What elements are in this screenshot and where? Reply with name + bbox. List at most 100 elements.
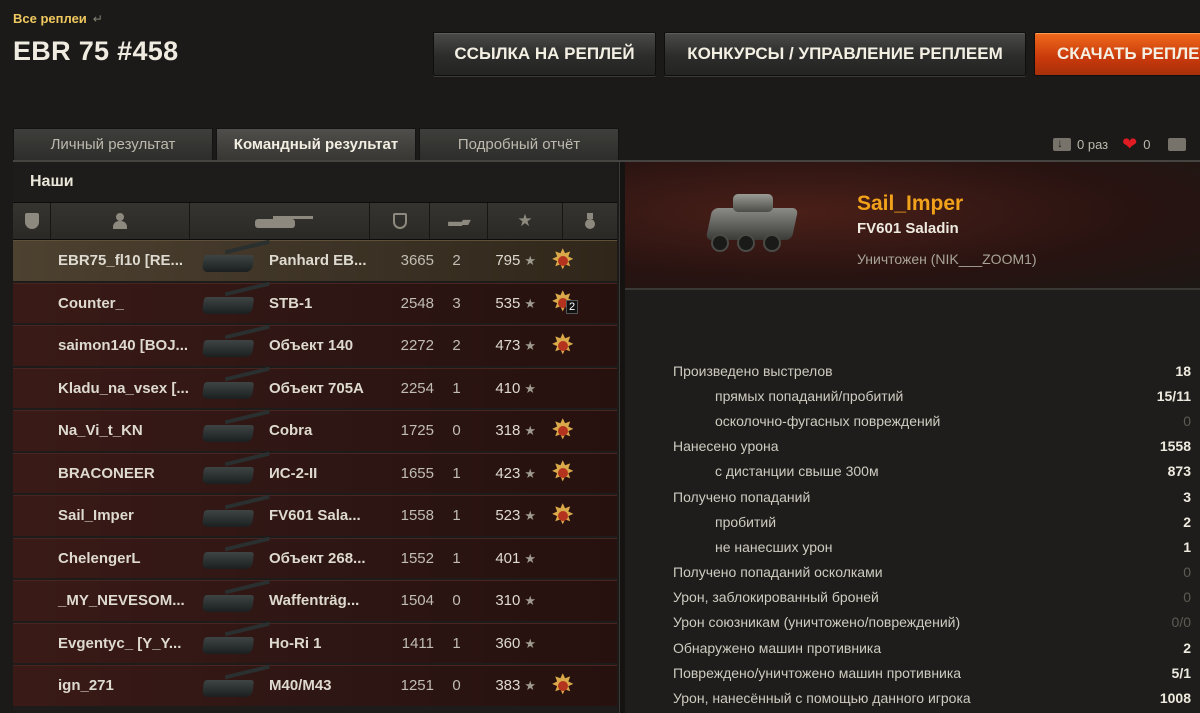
tank-name-cell: Ho-Ri 1 [269,634,322,652]
medal-icon [584,213,596,229]
player-name-cell[interactable]: Evgentyc_ [Y_Y... [13,635,193,652]
stat-label: пробитий [715,513,777,530]
kills-cell: 1 [452,634,461,652]
table-row[interactable]: ChelengerL Объект 268... 1552 1 401 ★ [13,537,617,578]
table-row[interactable]: _MY_NEVESOM... Waffenträg... 1504 0 310 ★ [13,580,617,621]
stat-value: 3 [1183,488,1191,505]
heart-icon[interactable]: ❤ [1122,134,1137,155]
kills-cell: 0 [452,592,461,610]
player-column[interactable] [51,203,190,239]
stat-row: осколочно-фугасных повреждений 0 [673,408,1191,433]
table-row[interactable]: EBR75_fl10 [RE... Panhard EB... 3665 2 795 ★ [13,240,617,281]
medal-column[interactable] [563,203,617,239]
medal-cell [536,668,582,701]
table-row[interactable]: saimon140 [BOJ... Объект 140 2272 2 473 ★ [13,325,617,366]
stat-row: Произведено выстрелов 18 [673,358,1191,383]
table-row[interactable]: ign_271 M40/M43 1251 0 383 ★ [13,665,617,706]
medal-icon[interactable] [550,668,576,701]
player-name[interactable]: Sail_Imper [857,192,963,216]
medal-icon[interactable] [550,498,576,531]
stat-row: Повреждено/уничтожено машин противника 5/… [673,660,1191,685]
breadcrumb-link[interactable]: Все реплеи [13,11,87,26]
xp-star-icon: ★ [524,380,536,396]
stat-value: 0/0 [1171,614,1191,631]
stat-label: с дистанции свыше 300м [715,463,879,480]
player-detail-panel: Sail_Imper FV601 Saladin Уничтожен (NIK_… [625,162,1200,713]
table-row[interactable]: Kladu_na_vsex [... Объект 705А 2254 1 410 ★ [13,367,617,408]
result-tabs: Личный результат Командный результат Под… [13,128,622,160]
damage-cell: 2254 [400,379,434,397]
vehicle-image [705,186,805,256]
stat-label: Урон союзникам (уничтожено/повреждений) [673,614,961,631]
medal-icon[interactable] [550,328,576,361]
player-status: Уничтожен (NIK___ZOOM1) [857,251,1037,267]
player-name-cell[interactable]: Counter_ [13,295,193,312]
player-icon [113,213,127,229]
player-name-cell[interactable]: BRACONEER [13,465,193,482]
tank-name-cell: Объект 705А [269,379,364,397]
tank-name-cell: Panhard EB... [269,252,367,270]
tank-column[interactable] [190,203,370,239]
xp-star-icon: ★ [524,550,536,566]
download-replay-button[interactable]: СКАЧАТЬ РЕПЛЕЙ [1034,32,1200,76]
tab-team-result[interactable]: Командный результат [216,128,416,160]
kills-cell: 1 [452,379,461,397]
contests-button[interactable]: КОНКУРСЫ / УПРАВЛЕНИЕ РЕПЛЕЕМ [664,32,1026,76]
damage-column[interactable] [370,203,430,239]
like-count: 0 [1143,137,1151,152]
xp-cell: 383 [495,677,521,695]
stat-row: пробитий 2 [673,509,1191,534]
kills-column[interactable]: ▬▰ [430,203,488,239]
medal-icon[interactable] [550,243,576,276]
xp-cell: 310 [495,592,521,610]
team-panel: Наши ▬▰ ★ EBR75_fl10 [RE... Panhard EB...… [13,162,617,713]
stat-value: 1008 [1159,690,1191,707]
download-count-icon [1053,136,1071,151]
stat-row: с дистанции свыше 300м 873 [673,459,1191,484]
return-arrow-icon: ↵ [92,12,103,26]
medal-icon[interactable] [550,455,576,488]
xp-star-icon: ★ [517,211,533,230]
xp-star-icon: ★ [524,338,536,354]
tank-name-cell: ИС-2-II [269,464,318,482]
tab-detailed-report[interactable]: Подробный отчёт [419,128,619,160]
medal-cell: 2 [536,285,582,318]
platoon-column[interactable] [13,203,51,239]
table-row[interactable]: BRACONEER ИС-2-II 1655 1 423 ★ [13,452,617,493]
player-name-cell[interactable]: Na_Vi_t_KN [13,422,193,439]
table-row[interactable]: Na_Vi_t_KN Cobra 1725 0 318 ★ [13,410,617,451]
xp-cell: 423 [495,464,521,482]
kills-cell: 1 [452,507,461,525]
tank-thumbnail [193,668,269,704]
table-row[interactable]: Counter_ STB-1 2548 3 535★ 2 [13,282,617,323]
tank-name-cell: Waffenträg... [269,592,360,610]
player-name-cell[interactable]: Sail_Imper [13,507,193,524]
team-rows: EBR75_fl10 [RE...Panhard EB...36652795★C… [13,240,617,706]
tank-name-cell: FV601 Sala... [269,507,361,525]
xp-cell: 410 [495,379,521,397]
xp-star-icon: ★ [524,678,536,694]
tab-personal-result[interactable]: Личный результат [13,128,213,160]
player-name-cell[interactable]: Kladu_na_vsex [... [13,380,193,397]
xp-star-icon: ★ [524,635,536,651]
damage-cell: 2548 [400,294,434,312]
player-name-cell[interactable]: saimon140 [BOJ... [13,337,193,354]
tank-thumbnail [193,328,269,364]
table-row[interactable]: Evgentyc_ [Y_Y... Ho-Ri 1 1411 1 360 ★ [13,622,617,663]
table-row[interactable]: Sail_Imper FV601 Sala... 1558 1 523 ★ [13,495,617,536]
replay-link-button[interactable]: ССЫЛКА НА РЕПЛЕЙ [433,32,656,76]
xp-column[interactable]: ★ [488,203,563,239]
player-name-cell[interactable]: _MY_NEVESOM... [13,592,193,609]
player-name-cell[interactable]: ChelengerL [13,550,193,567]
player-name-cell[interactable]: EBR75_fl10 [RE... [13,252,193,269]
medal-cell [536,328,582,361]
tank-thumbnail [193,498,269,534]
comment-icon[interactable] [1168,138,1187,151]
medal-cell [536,243,582,276]
damage-icon [392,213,407,229]
medal-icon[interactable] [550,413,576,446]
stat-label: Нанесено урона [673,438,779,455]
player-name-cell[interactable]: ign_271 [13,677,193,694]
breadcrumb[interactable]: Все реплеи ↵ [13,11,103,26]
xp-cell: 360 [495,634,521,652]
